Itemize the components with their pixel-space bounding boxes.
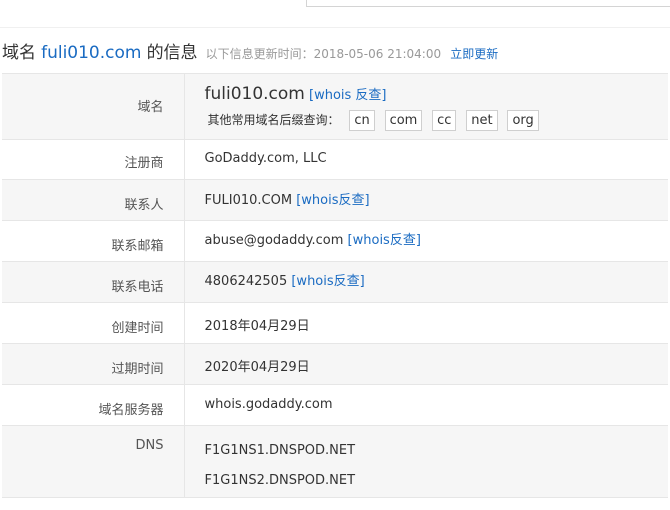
top-bar <box>0 0 670 28</box>
search-input-edge[interactable] <box>306 0 670 7</box>
table-row-registrar: 注册商 GoDaddy.com, LLC <box>2 139 668 180</box>
suffix-tag-cn[interactable]: cn <box>349 110 375 131</box>
title-suffix: 的信息 <box>146 43 198 63</box>
suffix-prompt: 其他常用域名后缀查询： <box>207 113 340 127</box>
page-title: 域名 fuli010.com 的信息 以下信息更新时间：2018-05-06 2… <box>2 41 498 66</box>
phone-value: 4806242505 <box>204 274 288 289</box>
row-value-expires: 2020年04月29日 <box>184 343 668 385</box>
row-label-expires: 过期时间 <box>2 343 185 385</box>
table-row-whois-server: 域名服务器 whois.godaddy.com <box>2 384 668 426</box>
table-row-email: 联系邮箱 abuse@godaddy.com [whois反查] <box>2 220 668 262</box>
email-value: abuse@godaddy.com <box>204 233 344 248</box>
title-prefix: 域名 <box>2 43 36 63</box>
whois-info-table: 域名 fuli010.com [whois 反查] 其他常用域名后缀查询： cn… <box>2 73 668 498</box>
row-label-whois-server: 域名服务器 <box>2 384 185 426</box>
dns-server-1: F1G1NS1.DNSPOD.NET <box>204 443 356 458</box>
table-row-created: 创建时间 2018年04月29日 <box>2 302 668 344</box>
whois-reverse-link-contact[interactable]: [whois反查] <box>296 193 369 208</box>
table-row-dns: DNS F1G1NS1.DNSPOD.NET F1G1NS2.DNSPOD.NE… <box>2 425 668 498</box>
update-now-link[interactable]: 立即更新 <box>450 47 498 61</box>
row-value-whois-server: whois.godaddy.com <box>184 384 668 426</box>
row-label-phone: 联系电话 <box>2 261 185 303</box>
row-value-phone: 4806242505 [whois反查] <box>184 261 668 303</box>
row-label-domain: 域名 <box>2 73 185 140</box>
created-date-value: 2018年04月29日 <box>204 319 310 334</box>
row-label-contact: 联系人 <box>2 179 185 221</box>
row-value-email: abuse@godaddy.com [whois反查] <box>184 220 668 262</box>
registrar-value: GoDaddy.com, LLC <box>204 151 327 166</box>
whois-reverse-link-domain[interactable]: [whois 反查] <box>309 88 387 103</box>
row-label-created: 创建时间 <box>2 302 185 344</box>
table-row-expires: 过期时间 2020年04月29日 <box>2 343 668 385</box>
suffix-tag-net[interactable]: net <box>466 110 498 131</box>
row-value-registrar: GoDaddy.com, LLC <box>184 139 668 180</box>
update-time-note: 以下信息更新时间：2018-05-06 21:04:00 <box>205 47 442 61</box>
table-row-domain: 域名 fuli010.com [whois 反查] 其他常用域名后缀查询： cn… <box>2 73 669 140</box>
suffix-query-row: 其他常用域名后缀查询： cn com cc net org <box>205 110 669 131</box>
suffix-tag-org[interactable]: org <box>507 110 539 131</box>
domain-value: fuli010.com <box>204 84 305 104</box>
whois-reverse-link-phone[interactable]: [whois反查] <box>291 274 364 289</box>
row-value-domain: fuli010.com [whois 反查] 其他常用域名后缀查询： cn co… <box>184 73 669 140</box>
contact-value: FULI010.COM <box>204 193 293 208</box>
suffix-tag-com[interactable]: com <box>384 110 423 131</box>
top-divider <box>0 27 670 28</box>
row-value-contact: FULI010.COM [whois反查] <box>184 179 668 221</box>
row-value-created: 2018年04月29日 <box>184 302 668 344</box>
whois-server-value: whois.godaddy.com <box>204 397 333 412</box>
suffix-tag-cc[interactable]: cc <box>432 110 457 131</box>
row-value-dns: F1G1NS1.DNSPOD.NET F1G1NS2.DNSPOD.NET <box>184 425 668 498</box>
expires-date-value: 2020年04月29日 <box>204 360 310 375</box>
table-row-phone: 联系电话 4806242505 [whois反查] <box>2 261 668 303</box>
title-domain-link[interactable]: fuli010.com <box>41 43 141 63</box>
row-label-registrar: 注册商 <box>2 139 185 180</box>
row-label-dns: DNS <box>2 425 185 498</box>
row-label-email: 联系邮箱 <box>2 220 185 262</box>
table-row-contact: 联系人 FULI010.COM [whois反查] <box>2 179 668 221</box>
dns-server-2: F1G1NS2.DNSPOD.NET <box>204 473 356 488</box>
whois-reverse-link-email[interactable]: [whois反查] <box>348 233 421 248</box>
